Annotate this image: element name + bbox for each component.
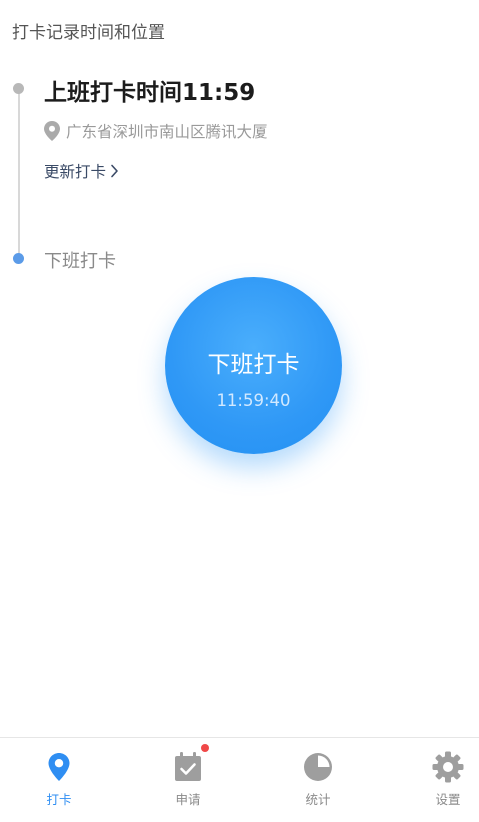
calendar-check-icon <box>175 752 201 781</box>
checkout-label: 下班打卡 <box>44 251 116 272</box>
page-title: 打卡记录时间和位置 <box>12 23 165 43</box>
tab-apply[interactable]: 申请 <box>138 738 238 822</box>
checkin-time-title: 上班打卡时间11:59 <box>44 80 256 106</box>
notification-badge <box>201 744 209 752</box>
timeline-dot-checkin <box>13 83 24 94</box>
timeline-line <box>18 92 20 258</box>
bottom-tab-bar: 打卡 申请 统计 设置 <box>0 737 479 822</box>
tab-apply-label: 申请 <box>175 792 201 807</box>
tab-checkin[interactable]: 打卡 <box>9 738 109 822</box>
update-checkin-label: 更新打卡 <box>44 163 107 181</box>
punch-button-time: 11:59:40 <box>216 391 291 410</box>
tab-statistics-label: 统计 <box>305 792 331 807</box>
chevron-right-icon <box>111 164 118 178</box>
tab-settings[interactable]: 设置 <box>398 738 479 822</box>
punch-button-label: 下班打卡 <box>207 352 300 378</box>
map-pin-icon <box>44 121 60 141</box>
tab-settings-label: 设置 <box>435 792 461 807</box>
pie-chart-icon <box>304 753 332 781</box>
update-checkin-link[interactable]: 更新打卡 <box>44 160 119 182</box>
timeline-dot-checkout <box>13 253 24 264</box>
tab-checkin-label: 打卡 <box>46 792 72 807</box>
location-text: 广东省深圳市南山区腾讯大厦 <box>66 123 268 141</box>
checkin-screen: 打卡记录时间和位置 上班打卡时间11:59 广东省深圳市南山区腾讯大厦 更新打卡… <box>0 0 479 822</box>
gear-icon <box>432 751 464 783</box>
location-pin-icon <box>48 753 70 781</box>
tab-statistics[interactable]: 统计 <box>268 738 368 822</box>
punch-out-button[interactable]: 下班打卡 11:59:40 <box>165 277 342 454</box>
checkin-location: 广东省深圳市南山区腾讯大厦 <box>44 120 268 142</box>
